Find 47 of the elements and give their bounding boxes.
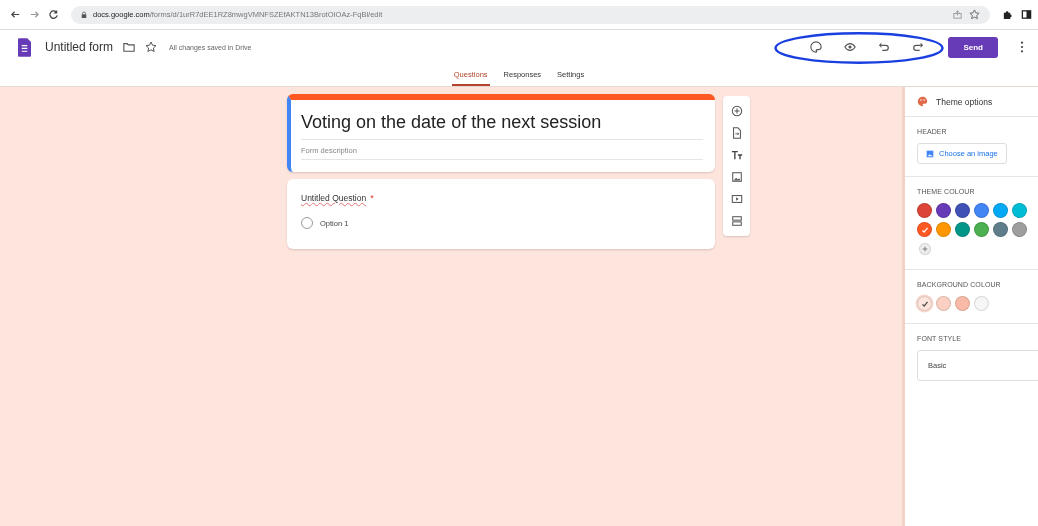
text-icon[interactable] [730, 149, 743, 161]
colour-swatch[interactable] [974, 222, 989, 237]
palette-icon[interactable] [810, 41, 823, 53]
image-icon[interactable] [730, 171, 743, 183]
star-icon[interactable] [969, 9, 980, 20]
star-icon[interactable] [145, 41, 158, 53]
colour-swatch[interactable] [917, 222, 932, 237]
video-icon[interactable] [730, 193, 743, 205]
required-mark: * [370, 193, 374, 203]
more-icon[interactable] [1020, 41, 1024, 53]
colour-swatch[interactable] [993, 203, 1008, 218]
colour-swatch[interactable] [917, 203, 932, 218]
section-icon[interactable] [730, 215, 743, 227]
folder-icon[interactable] [123, 41, 136, 53]
colour-swatch[interactable] [974, 296, 989, 311]
sidebar-icon[interactable] [1021, 9, 1032, 20]
palette-icon [917, 96, 928, 107]
add-colour-button[interactable] [919, 243, 931, 255]
undo-icon[interactable] [878, 41, 891, 53]
forms-logo-icon[interactable] [18, 37, 31, 57]
colour-swatch[interactable] [1012, 203, 1027, 218]
colour-swatch[interactable] [936, 296, 951, 311]
panel-title: Theme options [936, 96, 993, 107]
colour-swatch[interactable] [936, 222, 951, 237]
colour-swatch[interactable] [974, 203, 989, 218]
colour-swatch[interactable] [955, 296, 970, 311]
redo-icon[interactable] [912, 41, 925, 53]
back-icon[interactable] [10, 9, 21, 20]
colour-swatch[interactable] [1012, 222, 1027, 237]
colour-swatch[interactable] [993, 222, 1008, 237]
colour-swatch[interactable] [917, 296, 932, 311]
colour-swatch[interactable] [955, 203, 970, 218]
send-button[interactable]: Send [948, 36, 998, 58]
add-icon[interactable] [730, 105, 743, 117]
reload-icon[interactable] [48, 9, 59, 20]
puzzle-icon[interactable] [1002, 9, 1013, 20]
plus-icon [921, 245, 929, 253]
lock-icon [81, 10, 87, 19]
colour-swatch[interactable] [955, 222, 970, 237]
image-icon [926, 149, 934, 158]
question-title[interactable]: Untitled Question [301, 193, 367, 203]
import-icon[interactable] [730, 127, 743, 139]
form-name[interactable]: Untitled form [45, 40, 114, 54]
forward-icon[interactable] [29, 9, 40, 20]
colour-swatch[interactable] [936, 203, 951, 218]
eye-icon[interactable] [844, 41, 857, 53]
form-title[interactable]: Voting on the date of the next session [301, 112, 703, 140]
